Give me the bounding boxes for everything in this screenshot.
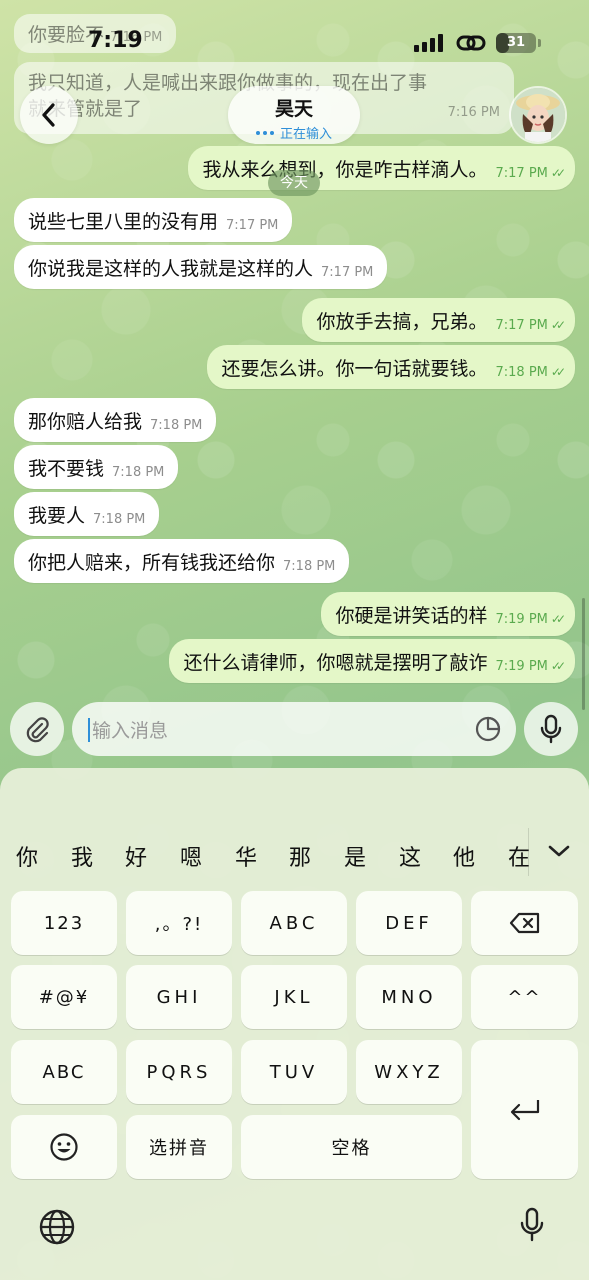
message-incoming[interactable]: 你说我是这样的人我就是这样的人 7:17 PM [14,245,388,289]
key-ghi[interactable]: GHI [126,965,232,1029]
space-key[interactable]: 空格 [241,1115,462,1179]
text-cursor [88,718,90,742]
status-bar: 7:19 31 [0,0,589,80]
message-outgoing[interactable]: 你硬是讲笑话的样 7:19 PM ✓✓ [321,592,575,636]
avatar-image [511,88,565,142]
key-abc[interactable]: ABC [241,891,347,955]
scrollbar[interactable] [582,598,585,710]
back-button[interactable] [20,86,78,144]
message-outgoing[interactable]: 我从来么想到，你是咋古样滴人。 7:17 PM ✓✓ [188,146,575,190]
candidate-word[interactable]: 嗯 [180,840,202,872]
message-outgoing[interactable]: 还要怎么讲。你一句话就要钱。 7:18 PM ✓✓ [207,345,575,389]
message-incoming[interactable]: 我要人 7:18 PM [14,492,160,536]
message-outgoing[interactable]: 还什么请律师，你嗯就是摆明了敲诈 7:19 PM ✓✓ [169,639,575,683]
return-icon [510,1099,539,1120]
key-pqrs[interactable]: PQRS [126,1040,232,1104]
voice-message-button[interactable] [524,702,578,756]
sticker-icon[interactable] [474,715,502,743]
message-outgoing[interactable]: 你放手去搞，兄弟。 7:17 PM ✓✓ [302,298,575,342]
message-input[interactable]: 输入消息 [72,702,516,756]
cellular-signal-icon [414,34,444,52]
key-mno[interactable]: MNO [356,965,462,1029]
candidate-word[interactable]: 那 [289,840,311,872]
candidate-word[interactable]: 是 [344,840,366,872]
chevron-left-icon [42,103,55,127]
candidate-word[interactable]: 我 [71,840,93,872]
battery-icon: 31 [496,33,536,53]
delete-key[interactable] [471,891,578,955]
key-jkl[interactable]: JKL [241,965,347,1029]
contact-name: 昊天 [274,98,313,120]
attach-button[interactable] [10,702,64,756]
read-ticks-icon: ✓✓ [550,166,566,180]
key-punctuation[interactable]: ,。?! [126,891,232,955]
typing-indicator-icon [255,130,274,135]
read-ticks-icon: ✓✓ [550,365,566,379]
battery-cap [538,39,541,47]
input-placeholder: 输入消息 [92,720,169,742]
status-time: 7:19 [88,28,143,53]
avatar[interactable] [509,86,567,144]
key-emoticon[interactable]: ^^ [471,965,578,1029]
dictation-microphone-icon[interactable] [518,1206,546,1244]
chevron-down-icon[interactable] [546,842,572,860]
globe-icon[interactable] [38,1208,76,1246]
read-ticks-icon: ✓✓ [550,659,566,673]
key-def[interactable]: DEF [356,891,462,955]
paperclip-icon [26,717,49,743]
message-incoming[interactable]: 我不要钱 7:18 PM [14,445,179,489]
keyboard: 你 我 好 嗯 华 那 是 这 他 在 123 ,。?! ABC DEF #@¥… [0,768,589,1280]
battery-level: 31 [506,35,526,50]
candidate-divider [528,828,529,876]
message-incoming[interactable]: 你把人赔来，所有钱我还给你 7:18 PM [14,539,350,583]
link-icon [456,35,486,51]
return-key[interactable] [471,1040,578,1179]
key-wxyz[interactable]: WXYZ [356,1040,462,1104]
key-abc-mode[interactable]: ABC [11,1040,117,1104]
chat-title[interactable]: 昊天 正在输入 [228,86,360,144]
candidate-bar: 你 我 好 嗯 华 那 是 这 他 在 [0,838,589,878]
message-incoming[interactable]: 说些七里八里的没有用 7:17 PM [14,198,293,242]
emoji-key[interactable] [11,1115,117,1179]
key-123[interactable]: 123 [11,891,117,955]
candidate-word[interactable]: 他 [453,840,475,872]
read-ticks-icon: ✓✓ [550,318,566,332]
read-ticks-icon: ✓✓ [550,612,566,626]
key-tuv[interactable]: TUV [241,1040,347,1104]
candidate-word[interactable]: 你 [16,840,38,872]
key-symbols[interactable]: #@¥ [11,965,117,1029]
backspace-icon [509,912,539,934]
microphone-icon [540,714,562,744]
emoji-icon [50,1133,78,1161]
candidate-word[interactable]: 在 [508,840,530,872]
candidate-word[interactable]: 好 [125,840,147,872]
candidate-word[interactable]: 这 [399,840,421,872]
message-incoming[interactable]: 那你赔人给我 7:18 PM [14,398,217,442]
key-select-pinyin[interactable]: 选拼音 [126,1115,232,1179]
candidate-word[interactable]: 华 [235,840,257,872]
typing-status: 正在输入 [279,127,332,142]
date-separator: 今天 [268,170,320,196]
